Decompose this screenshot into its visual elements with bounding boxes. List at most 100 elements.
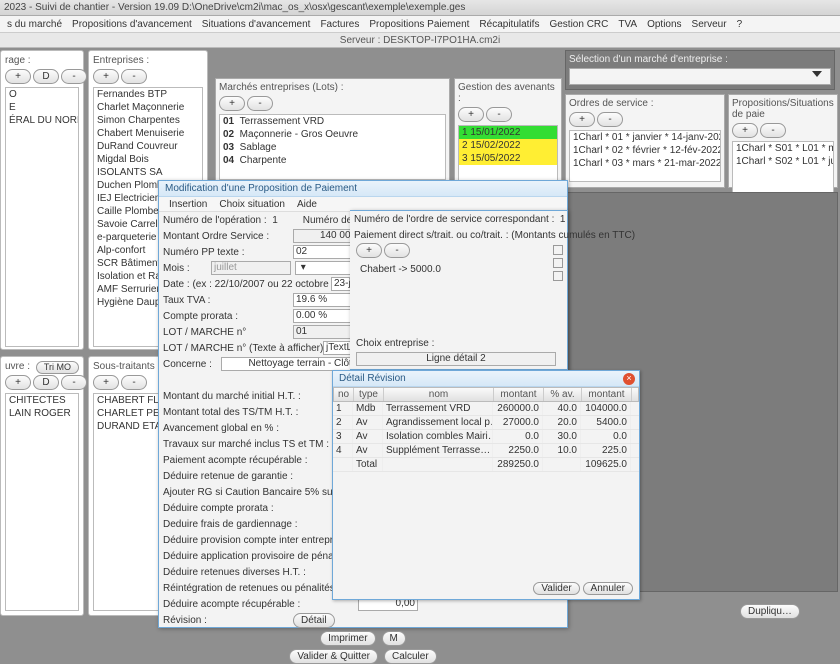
list-item[interactable]: Simon Charpentes [94, 114, 202, 127]
minus-button[interactable]: - [61, 69, 87, 84]
plus-button[interactable]: + [219, 96, 245, 111]
plus-button[interactable]: + [732, 123, 758, 138]
list-item[interactable]: ÉRAL DU NORD [6, 114, 78, 127]
table-row[interactable]: 3AvIsolation combles Mairi…0.030.00.0 [333, 430, 639, 444]
menu-item[interactable]: Gestion CRC [544, 16, 613, 33]
main-menu: s du marchéPropositions d'avancementSitu… [0, 16, 840, 33]
form-label: Déduire compte prorata : [163, 503, 358, 514]
menu-item[interactable]: s du marché [2, 16, 67, 33]
numos-label: Numéro de l'ordre de service corresponda… [354, 214, 554, 225]
dialog-menu-item[interactable]: Aide [291, 197, 323, 212]
list-item[interactable]: ISOLANTS SA [94, 166, 202, 179]
valider-button[interactable]: Valider [533, 582, 579, 595]
menu-item[interactable]: ? [732, 16, 748, 33]
list-item[interactable]: Migdal Bois [94, 153, 202, 166]
calculer-button[interactable]: Calculer [384, 649, 437, 664]
menu-item[interactable]: Propositions d'avancement [67, 16, 197, 33]
plus-button[interactable]: + [458, 107, 484, 122]
lots-list[interactable]: 01 Terrassement VRD02 Maçonnerie - Gros … [219, 114, 446, 180]
checkbox[interactable] [553, 271, 563, 281]
checkbox[interactable] [553, 258, 563, 268]
menu-item[interactable]: Options [642, 16, 686, 33]
os-list[interactable]: 1Charl * 01 * janvier * 14-janv-20221Cha… [569, 130, 721, 182]
list-item[interactable]: 1Charl * 03 * mars * 21-mar-2022 [570, 157, 720, 170]
checkbox[interactable] [553, 245, 563, 255]
d-button[interactable]: D [33, 69, 59, 84]
table-cell: 104000.0 [581, 402, 631, 415]
table-row[interactable]: 4AvSupplément Terrasse…2250.010.0225.0 [333, 444, 639, 458]
plus-button[interactable]: + [569, 112, 595, 127]
list-item[interactable]: 1Charl * 02 * février * 12-fév-2022 [570, 144, 720, 157]
minus-button[interactable]: - [597, 112, 623, 127]
uvre-label: uvre : [5, 361, 30, 372]
detail-button[interactable]: Détail [293, 613, 335, 628]
lot-row[interactable]: 03 Sablage [220, 141, 445, 154]
form-label: Deduire frais de gardiennage : [163, 519, 358, 530]
table-cell: 0.0 [581, 430, 631, 443]
selection-dropdown[interactable] [569, 68, 831, 85]
minus-button[interactable]: - [486, 107, 512, 122]
list-item[interactable]: 1Charl * 01 * janvier * 14-janv-2022 [570, 131, 720, 144]
lot-row[interactable]: 02 Maçonnerie - Gros Oeuvre [220, 128, 445, 141]
list-item[interactable]: Chabert Menuiserie [94, 127, 202, 140]
list-item[interactable]: CHITECTES [6, 394, 78, 407]
table-row[interactable]: 2AvAgrandissement local p…27000.020.0540… [333, 416, 639, 430]
list-item[interactable]: 1Charl * S01 * L01 * mai * 12-… [733, 142, 833, 155]
plus-button[interactable]: + [93, 375, 119, 390]
close-icon[interactable]: × [623, 373, 635, 385]
prop-list[interactable]: 1Charl * S01 * L01 * mai * 12-…1Charl * … [732, 141, 834, 193]
minus-button[interactable]: - [61, 375, 87, 390]
plus-button[interactable]: + [5, 69, 31, 84]
table-header-cell: nom [384, 388, 494, 401]
uvre-list[interactable]: CHITECTESLAIN ROGER [5, 393, 79, 611]
table-cell: Mdb [353, 402, 383, 415]
tri-mo-button[interactable]: Tri MO [36, 361, 79, 374]
d-button[interactable]: D [33, 375, 59, 390]
minus-button[interactable]: - [121, 375, 147, 390]
menu-item[interactable]: Factures [315, 16, 364, 33]
avenant-row[interactable]: 3 15/05/2022 [459, 152, 557, 165]
dialog-menu-item[interactable]: Insertion [163, 197, 213, 212]
list-item[interactable]: LAIN ROGER [6, 407, 78, 420]
list-item[interactable]: E [6, 101, 78, 114]
ligne-detail-2[interactable]: Ligne détail 2 [356, 352, 556, 366]
minus-button[interactable]: - [121, 69, 147, 84]
lott-label: LOT / MARCHE n° (Texte à afficher) [163, 343, 323, 354]
list-item[interactable]: DuRand Couvreur [94, 140, 202, 153]
lot-row[interactable]: 04 Charpente [220, 154, 445, 167]
plus-button[interactable]: + [356, 243, 382, 258]
avenant-row[interactable]: 2 15/02/2022 [459, 139, 557, 152]
plus-button[interactable]: + [93, 69, 119, 84]
menu-item[interactable]: Propositions Paiement [364, 16, 474, 33]
minus-button[interactable]: - [760, 123, 786, 138]
rage-list[interactable]: OEÉRAL DU NORD [5, 87, 79, 347]
imprimer-button[interactable]: Imprimer [320, 631, 375, 646]
choix-label: Choix entreprise : [356, 338, 434, 349]
dupliquer-button[interactable]: Dupliqu… [740, 604, 800, 619]
annuler-button[interactable]: Annuler [583, 582, 633, 595]
plus-button[interactable]: + [5, 375, 31, 390]
chevron-down-icon [812, 71, 822, 77]
menu-item[interactable]: Récapitulatifs [474, 16, 544, 33]
menu-item[interactable]: Situations d'avancement [197, 16, 316, 33]
menu-item[interactable]: TVA [613, 16, 642, 33]
list-item[interactable]: Fernandes BTP [94, 88, 202, 101]
table-row[interactable]: Total289250.0109625.0 [333, 458, 639, 472]
table-cell: Av [353, 430, 383, 443]
table-row[interactable]: 1MdbTerrassement VRD260000.040.0104000.0 [333, 402, 639, 416]
dialog-menu-item[interactable]: Choix situation [213, 197, 291, 212]
table-cell: Terrassement VRD [383, 402, 493, 415]
table-cell: 3 [333, 430, 353, 443]
date-label: Date : (ex : 22/10/2007 ou 22 octobre 20… [163, 279, 331, 290]
list-item[interactable]: Charlet Maçonnerie [94, 101, 202, 114]
table-cell: 260000.0 [493, 402, 543, 415]
menu-item[interactable]: Serveur [687, 16, 732, 33]
minus-button[interactable]: - [384, 243, 410, 258]
lot-row[interactable]: 01 Terrassement VRD [220, 115, 445, 128]
m-button[interactable]: M [382, 631, 406, 646]
list-item[interactable]: 1Charl * S02 * L01 * juillet * 23… [733, 155, 833, 168]
list-item[interactable]: O [6, 88, 78, 101]
valider-quitter-button[interactable]: Valider & Quitter [289, 649, 378, 664]
avenant-row[interactable]: 1 15/01/2022 [459, 126, 557, 139]
minus-button[interactable]: - [247, 96, 273, 111]
